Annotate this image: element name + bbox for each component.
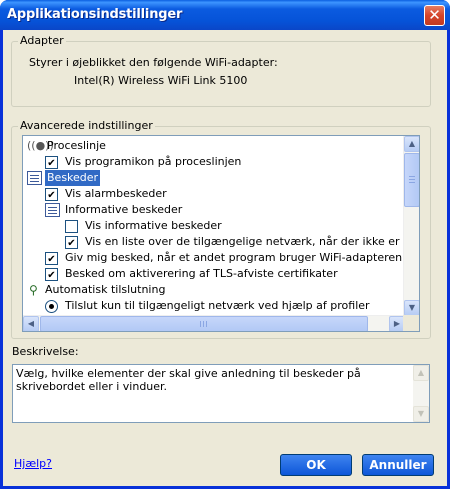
adapter-group-label: Adapter [18, 34, 66, 47]
ok-button[interactable]: OK [280, 454, 352, 476]
checkbox-giv-besked[interactable] [45, 252, 58, 265]
dialog-body: Adapter Styrer i øjeblikket den følgende… [3, 30, 447, 486]
adapter-name: Intel(R) Wireless WiFi Link 5100 [74, 74, 248, 87]
title-bar[interactable]: Applikationsindstillinger ✕ [0, 0, 450, 30]
tree-vertical-scrollbar[interactable]: ▲ ▼ [403, 136, 419, 316]
tree-item-label: Vis programikon på proceslinjen [65, 155, 242, 168]
scroll-down-button[interactable]: ▼ [404, 300, 419, 316]
checkbox-vis-liste[interactable] [65, 236, 78, 249]
description-text: Vælg, hvilke elementer der skal give anl… [16, 367, 361, 393]
close-button[interactable]: ✕ [424, 5, 445, 26]
checkbox-vis-programikon[interactable] [45, 156, 58, 169]
checkbox-vis-informative[interactable] [65, 220, 78, 233]
tree-item-label: Besked om aktiverering af TLS-afviste ce… [65, 267, 338, 280]
vertical-scroll-thumb[interactable] [404, 153, 419, 207]
tree-item-label: Vis alarmbeskeder [65, 187, 167, 200]
plug-icon: ⚲ [29, 283, 38, 297]
list-icon [27, 171, 42, 185]
arrow-down-icon: ▼ [408, 303, 416, 312]
scroll-up-button[interactable]: ▲ [404, 136, 419, 152]
tree-item-label: Automatisk tilslutning [45, 283, 166, 296]
help-link[interactable]: Hjælp? [14, 457, 52, 470]
dialog-window: Applikationsindstillinger ✕ Adapter Styr… [0, 0, 450, 489]
scroll-corner [403, 315, 419, 331]
tree-item-label: Beskeder [45, 170, 101, 186]
settings-tree[interactable]: ((●)) Proceslinje Vis programikon på pro… [22, 135, 420, 332]
horizontal-scroll-thumb[interactable] [40, 316, 368, 331]
list-icon [45, 203, 60, 217]
checkbox-vis-alarmbeskeder[interactable] [45, 188, 58, 201]
description-scrollbar[interactable]: ▲ ▼ [413, 365, 429, 422]
tree-item-label: Informative beskeder [65, 203, 183, 216]
window-title: Applikationsindstillinger [7, 7, 183, 22]
arrow-up-icon: ▲ [417, 368, 425, 377]
arrow-left-icon: ◀ [27, 319, 35, 328]
close-icon: ✕ [428, 6, 441, 24]
scroll-left-button[interactable]: ◀ [23, 316, 39, 331]
tree-item-label: Giv mig besked, når et andet program bru… [65, 251, 406, 264]
tree-item-label: Vis informative beskeder [85, 219, 222, 232]
cancel-button[interactable]: Annuller [362, 454, 434, 476]
arrow-down-icon: ▼ [417, 409, 425, 418]
desc-scroll-up-button[interactable]: ▲ [413, 365, 429, 381]
desc-scroll-down-button[interactable]: ▼ [413, 406, 429, 422]
adapter-description: Styrer i øjeblikket den følgende WiFi-ad… [29, 56, 278, 69]
advanced-group-label: Avancerede indstillinger [18, 119, 155, 132]
settings-tree-content: ((●)) Proceslinje Vis programikon på pro… [23, 136, 419, 316]
tree-item-label: Vis en liste over de tilgængelige netvær… [85, 235, 419, 248]
description-box[interactable]: Vælg, hvilke elementer der skal give anl… [12, 364, 430, 423]
tree-item-label: Proceslinje [47, 139, 106, 152]
arrow-up-icon: ▲ [408, 139, 416, 148]
tree-horizontal-scrollbar[interactable]: ◀ ▶ [23, 315, 405, 331]
description-label: Beskrivelse: [12, 345, 79, 358]
checkbox-tls[interactable] [45, 268, 58, 281]
tree-item-label: Tilslut kun til tilgængeligt netværk ved… [65, 299, 370, 312]
arrow-right-icon: ▶ [393, 319, 401, 328]
radio-tilslut-profiler[interactable] [45, 300, 58, 313]
